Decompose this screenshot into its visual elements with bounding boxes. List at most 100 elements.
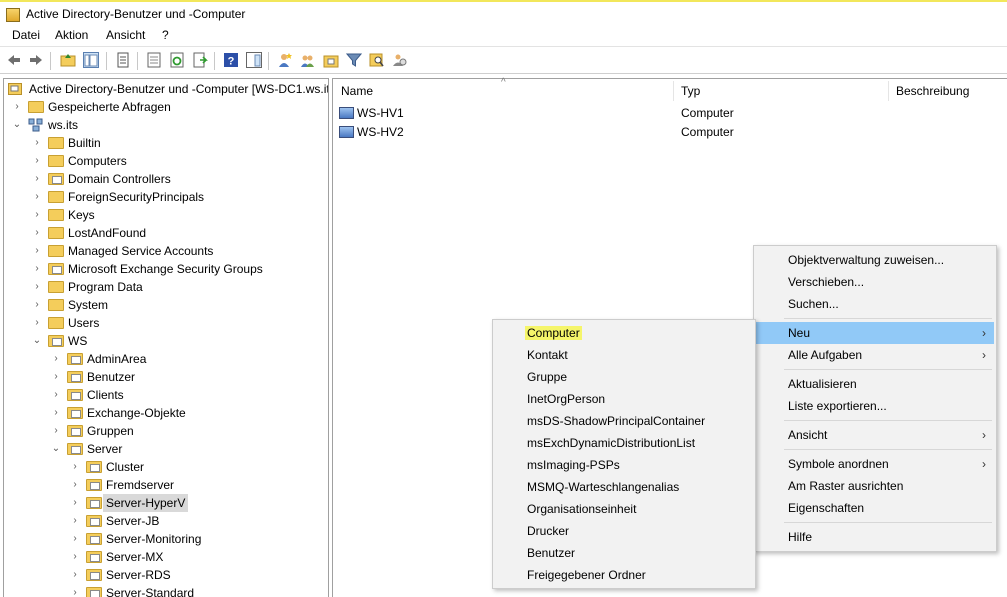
chevron-down-icon[interactable]: ⌄ [32,332,42,350]
properties-icon[interactable] [115,52,131,68]
title-bar: Active Directory-Benutzer und -Computer [0,0,1007,27]
submenu-item-gruppe[interactable]: Gruppe [495,366,753,388]
computer-icon [339,107,354,119]
export-list-icon[interactable] [146,52,162,68]
submenu-item-msexchdynamicdistributionlist[interactable]: msExchDynamicDistributionList [495,432,753,454]
ou-folder-icon [86,551,102,563]
tree-item-label: Microsoft Exchange Security Groups [68,262,263,276]
list-item[interactable]: WS-HV1 Computer [339,104,939,123]
chevron-right-icon[interactable]: › [51,368,61,386]
ou-folder-icon [67,371,83,383]
back-icon[interactable] [6,52,22,68]
chevron-right-icon[interactable]: › [32,242,42,260]
submenu-item-kontakt[interactable]: Kontakt [495,344,753,366]
submenu-item-drucker[interactable]: Drucker [495,520,753,542]
new-group-icon[interactable] [300,52,316,68]
chevron-right-icon[interactable]: › [70,494,80,512]
folder-icon [48,137,64,149]
chevron-right-icon[interactable]: › [32,206,42,224]
chevron-right-icon: › [982,326,986,340]
show-hide-console-tree-icon[interactable] [83,52,99,68]
folder-icon [48,245,64,257]
chevron-right-icon[interactable]: › [51,422,61,440]
column-header-name[interactable]: Name [341,79,373,103]
chevron-right-icon[interactable]: › [32,314,42,332]
menu-item-export-list[interactable]: Liste exportieren... [756,395,994,417]
chevron-right-icon[interactable]: › [32,170,42,188]
add-to-group-icon[interactable] [392,52,408,68]
show-hide-action-pane-icon[interactable] [246,52,262,68]
chevron-right-icon[interactable]: › [32,278,42,296]
chevron-right-icon[interactable]: › [32,296,42,314]
filter-icon[interactable] [346,52,362,68]
tree-item-label: Exchange-Objekte [87,406,186,420]
help-icon[interactable]: ? [223,52,239,68]
folder-icon [48,155,64,167]
ou-folder-icon [86,569,102,581]
submenu-new: Computer Kontakt Gruppe InetOrgPerson msDS-S… [492,319,756,589]
refresh-icon[interactable] [169,52,185,68]
menu-aktion[interactable]: Aktion [55,28,88,42]
tree-item-label: Program Data [68,280,143,294]
tree-item-label: Server-Monitoring [106,532,202,546]
chevron-right-icon[interactable]: › [70,512,80,530]
submenu-item-msimaging-psps[interactable]: msImaging-PSPs [495,454,753,476]
chevron-right-icon[interactable]: › [70,584,80,597]
submenu-item-inetorgperson[interactable]: InetOrgPerson [495,388,753,410]
menu-item-move[interactable]: Verschieben... [756,271,994,293]
chevron-right-icon[interactable]: › [51,386,61,404]
submenu-item-freigegebener-ordner[interactable]: Freigegebener Ordner [495,564,753,586]
ou-folder-icon [86,533,102,545]
ou-folder-icon [67,353,83,365]
chevron-right-icon[interactable]: › [70,476,80,494]
chevron-right-icon[interactable]: › [32,134,42,152]
menu-item-find[interactable]: Suchen... [756,293,994,315]
chevron-right-icon[interactable]: › [51,350,61,368]
tree-item-label: Clients [87,388,124,402]
submenu-item-msds-shadowprincipalcontainer[interactable]: msDS-ShadowPrincipalContainer [495,410,753,432]
forward-icon[interactable] [28,52,44,68]
menu-item-line-up[interactable]: Am Raster ausrichten [756,475,994,497]
ou-folder-icon [67,407,83,419]
chevron-right-icon[interactable]: › [32,188,42,206]
chevron-right-icon[interactable]: › [51,404,61,422]
menu-item-refresh[interactable]: Aktualisieren [756,373,994,395]
list-item[interactable]: WS-HV2 Computer [339,123,939,142]
up-folder-icon[interactable] [60,52,76,68]
chevron-right-icon[interactable]: › [32,152,42,170]
chevron-right-icon[interactable]: › [32,260,42,278]
new-ou-icon[interactable] [323,52,339,68]
menu-ansicht[interactable]: Ansicht [106,28,145,42]
menu-item-arrange-icons[interactable]: Symbole anordnen › [756,453,994,475]
menu-datei[interactable]: Datei [12,28,40,42]
submenu-item-benutzer[interactable]: Benutzer [495,542,753,564]
column-header-type[interactable]: Typ [681,79,700,103]
menu-help[interactable]: ? [162,28,169,42]
menu-item-delegate-control[interactable]: Objektverwaltung zuweisen... [756,249,994,271]
menu-item-view[interactable]: Ansicht › [756,424,994,446]
menu-item-help[interactable]: Hilfe [756,526,994,548]
ou-folder-icon [67,425,83,437]
submenu-item-organisationseinheit[interactable]: Organisationseinheit [495,498,753,520]
menu-item-all-tasks[interactable]: Alle Aufgaben › [756,344,994,366]
chevron-right-icon[interactable]: › [70,530,80,548]
find-icon[interactable] [369,52,385,68]
submenu-item-computer[interactable]: Computer [495,322,753,344]
chevron-right-icon[interactable]: › [70,566,80,584]
chevron-right-icon[interactable]: › [12,98,22,116]
chevron-right-icon[interactable]: › [70,458,80,476]
export-icon[interactable] [192,52,208,68]
chevron-down-icon[interactable]: ⌄ [12,116,22,134]
chevron-right-icon[interactable]: › [32,224,42,242]
chevron-right-icon: › [982,457,986,471]
menu-item-properties[interactable]: Eigenschaften [756,497,994,519]
menu-item-new[interactable]: Neu › [756,322,994,344]
ou-folder-icon [48,263,64,275]
submenu-item-msmq-warteschlangenalias[interactable]: MSMQ-Warteschlangenalias [495,476,753,498]
column-header-description[interactable]: Beschreibung [896,79,969,103]
console-tree[interactable]: Active Directory-Benutzer und -Computer … [3,78,329,597]
sort-ascending-icon: ^ [501,77,506,88]
chevron-right-icon[interactable]: › [70,548,80,566]
chevron-down-icon[interactable]: ⌄ [51,440,61,458]
new-user-icon[interactable] [277,52,293,68]
